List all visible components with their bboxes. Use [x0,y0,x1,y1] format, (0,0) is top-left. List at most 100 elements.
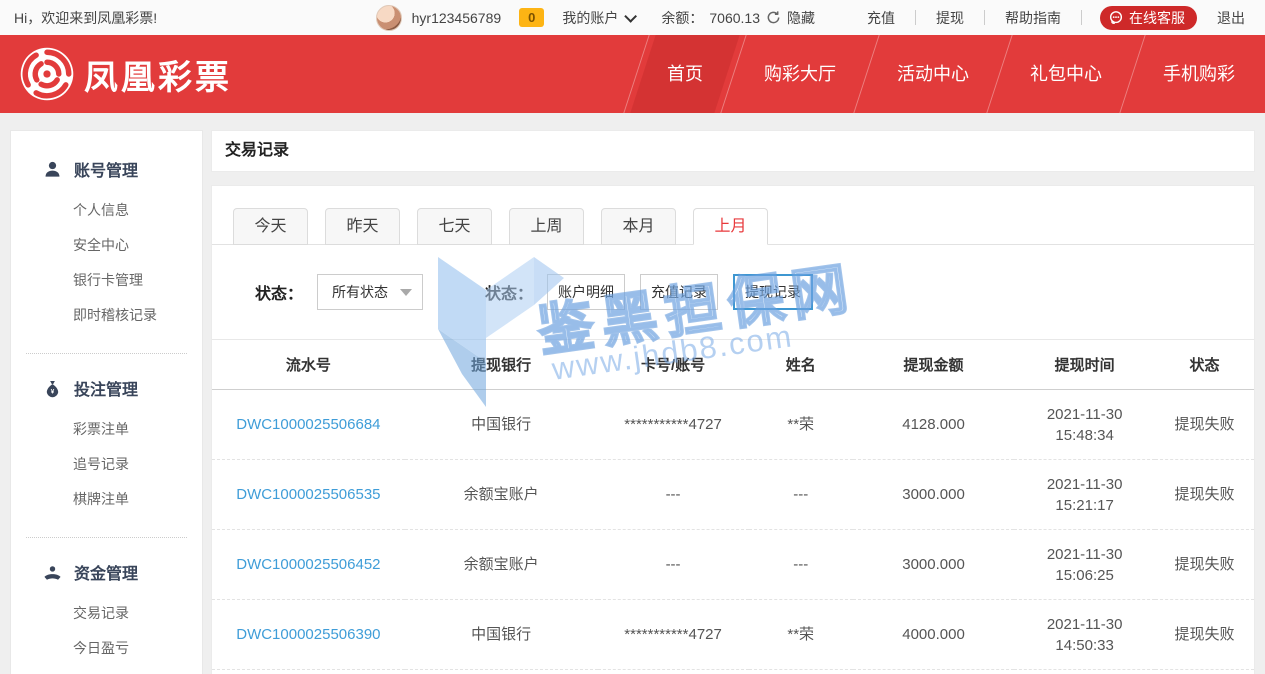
cell-amount: 4128.000 [853,390,1015,460]
caret-down-icon [400,289,412,296]
moneybag-icon: ¥ [43,379,62,398]
recharge-link[interactable]: 充值 [861,8,901,28]
help-guide-link[interactable]: 帮助指南 [999,8,1067,28]
divider [984,10,985,25]
page-title: 交易记录 [211,130,1255,172]
sidebar: 账号管理个人信息安全中心银行卡管理即时稽核记录 ¥投注管理彩票注单追号记录棋牌注单… [10,130,203,674]
nav-item-3[interactable]: 活动中心 [867,35,999,113]
message-count-badge[interactable]: 0 [519,8,544,27]
main-navbar: 凤凰彩票 首页购彩大厅活动中心礼包中心手机购彩 [0,35,1265,113]
cell-time-date: 2021-11-30 [1014,544,1155,565]
status-filter-label: 状态： [255,280,303,304]
refresh-icon[interactable] [766,10,781,25]
table-header-row: 流水号提现银行卡号/账号姓名提现金额提现时间状态 [212,340,1254,390]
type-button-1[interactable]: 账户明细 [547,274,625,310]
logout-link[interactable]: 退出 [1211,8,1251,28]
date-tab-6[interactable]: 上月 [693,208,768,245]
cell-status: 提现失败 [1155,460,1254,530]
column-header: 提现金额 [853,340,1015,390]
nav-item-5[interactable]: 手机购彩 [1133,35,1265,113]
sidebar-item[interactable]: 银行卡管理 [73,263,202,298]
cell-time-date: 2021-11-30 [1014,614,1155,635]
sidebar-item[interactable]: 安全中心 [73,228,202,263]
date-tab-4[interactable]: 上周 [509,208,584,245]
nav-item-2[interactable]: 购彩大厅 [734,35,866,113]
cell-name: --- [749,460,853,530]
greeting-text: Hi，欢迎来到凤凰彩票! [14,8,157,28]
cell-time: 2021-11-3015:48:34 [1014,390,1155,460]
sidebar-item-list: 交易记录今日盈亏余额宝 [11,584,202,674]
sidebar-section-3: 资金管理交易记录今日盈亏余额宝 [11,538,202,674]
my-account-menu[interactable]: 我的账户 [562,8,633,28]
sidebar-section-2: ¥投注管理彩票注单追号记录棋牌注单 [11,354,202,521]
sidebar-item[interactable]: 个人信息 [73,193,202,228]
nav-item-1[interactable]: 首页 [637,35,733,113]
cell-bank: 余额宝账户 [405,530,598,600]
date-tab-1[interactable]: 今天 [233,208,308,245]
sidebar-item[interactable]: 即时稽核记录 [73,298,202,333]
withdraw-records-table: 流水号提现银行卡号/账号姓名提现金额提现时间状态 DWC100002550668… [212,339,1254,670]
user-avatar[interactable] [376,5,402,31]
cell-name: **荣 [749,390,853,460]
sidebar-section-label: 账号管理 [74,157,138,181]
cell-time-clock: 15:21:17 [1014,495,1155,516]
nav-item-4[interactable]: 礼包中心 [1000,35,1132,113]
sidebar-section-title[interactable]: 资金管理 [11,560,202,584]
type-filter-label: 状态： [485,280,533,304]
sidebar-item[interactable]: 彩票注单 [73,412,202,447]
cell-time-clock: 15:48:34 [1014,425,1155,446]
cell-time-clock: 15:06:25 [1014,565,1155,586]
cell-time: 2021-11-3015:06:25 [1014,530,1155,600]
cell-amount: 3000.000 [853,530,1015,600]
status-select[interactable]: 所有状态 [317,274,423,310]
balance-value: 7060.13 [709,10,760,26]
record-type-buttons: 账户明细充值记录提现记录 [547,274,828,310]
sidebar-item[interactable]: 余额宝 [73,666,202,674]
type-button-3[interactable]: 提现记录 [733,274,813,310]
user-icon [43,160,62,179]
balance-display: 余额：7060.13 隐藏 [661,8,815,28]
sidebar-item[interactable]: 交易记录 [73,596,202,631]
hide-balance-link[interactable]: 隐藏 [787,8,815,28]
record-id-link[interactable]: DWC1000025506390 [236,626,380,643]
cell-name: **荣 [749,600,853,670]
table-row: DWC1000025506390中国银行***********4727**荣40… [212,600,1254,670]
main-menu: 首页购彩大厅活动中心礼包中心手机购彩 [636,35,1265,113]
column-header: 姓名 [749,340,853,390]
date-tab-2[interactable]: 昨天 [325,208,400,245]
divider [1081,10,1082,25]
chevron-down-icon [625,10,638,23]
sidebar-item[interactable]: 今日盈亏 [73,631,202,666]
cell-account: ***********4727 [598,390,749,460]
records-panel: 今天昨天七天上周本月上月 状态： 所有状态 状态： 账户明细充值记录提现记录 流… [211,185,1255,674]
record-id-link[interactable]: DWC1000025506535 [236,486,380,503]
record-id-link[interactable]: DWC1000025506452 [236,556,380,573]
online-service-button[interactable]: 在线客服 [1100,6,1197,30]
brand-name: 凤凰彩票 [84,50,232,99]
username[interactable]: hyr123456789 [412,10,502,26]
record-id-link[interactable]: DWC1000025506684 [236,416,380,433]
sidebar-item[interactable]: 棋牌注单 [73,482,202,517]
headset-icon [1108,10,1124,26]
main-content: 交易记录 今天昨天七天上周本月上月 状态： 所有状态 状态： 账户明细充值记录提… [211,130,1255,674]
sidebar-item[interactable]: 追号记录 [73,447,202,482]
cell-time-date: 2021-11-30 [1014,404,1155,425]
date-range-tabs: 今天昨天七天上周本月上月 [212,208,1254,245]
cell-status: 提现失败 [1155,600,1254,670]
sidebar-section-title[interactable]: ¥投注管理 [11,376,202,400]
column-header: 流水号 [212,340,405,390]
brand-logo[interactable]: 凤凰彩票 [18,45,232,103]
date-tab-3[interactable]: 七天 [417,208,492,245]
column-header: 提现银行 [405,340,598,390]
date-tab-5[interactable]: 本月 [601,208,676,245]
withdraw-link[interactable]: 提现 [930,8,970,28]
cell-bank: 中国银行 [405,390,598,460]
type-button-2[interactable]: 充值记录 [640,274,718,310]
cell-serial-number: DWC1000025506535 [212,460,405,530]
phoenix-logo-icon [18,45,76,103]
cell-account: --- [598,460,749,530]
sidebar-section-title[interactable]: 账号管理 [11,157,202,181]
cell-amount: 4000.000 [853,600,1015,670]
table-body: DWC1000025506684中国银行***********4727**荣41… [212,390,1254,670]
cell-bank: 中国银行 [405,600,598,670]
